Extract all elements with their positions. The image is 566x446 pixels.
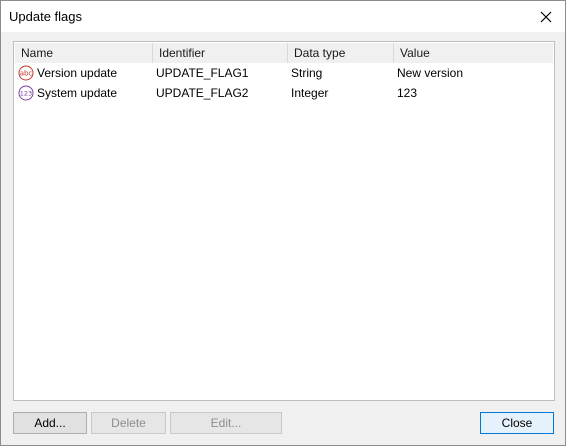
table-row[interactable]: abc Version update UPDATE_FLAG1 String N… — [15, 63, 553, 83]
identifier-cell: UPDATE_FLAG2 — [156, 86, 249, 100]
add-button[interactable]: Add... — [13, 412, 87, 434]
data-type-cell: String — [291, 66, 323, 80]
list-header: Name Identifier Data type Value — [15, 43, 553, 63]
row-name: Version update — [37, 66, 118, 80]
column-header-identifier[interactable]: Identifier — [153, 43, 288, 63]
update-flags-dialog: Update flags Name Identifier Data type V… — [0, 0, 566, 446]
value-cell: 123 — [397, 86, 418, 100]
edit-button[interactable]: Edit... — [170, 412, 282, 434]
flags-list[interactable]: Name Identifier Data type Value abc Vers… — [13, 41, 555, 401]
column-header-name[interactable]: Name — [15, 43, 153, 63]
svg-text:abc: abc — [20, 70, 33, 78]
list-rows: abc Version update UPDATE_FLAG1 String N… — [15, 63, 553, 103]
string-type-icon: abc — [18, 65, 34, 81]
data-type-cell: Integer — [291, 86, 329, 100]
row-name: System update — [37, 86, 118, 100]
dialog-title: Update flags — [9, 9, 82, 24]
name-cell: abc Version update — [15, 63, 153, 83]
identifier-cell: UPDATE_FLAG1 — [156, 66, 249, 80]
title-bar: Update flags — [1, 1, 565, 32]
integer-type-icon: 123 — [18, 85, 34, 101]
delete-button[interactable]: Delete — [91, 412, 166, 434]
table-row[interactable]: 123 System update UPDATE_FLAG2 Integer 1… — [15, 83, 553, 103]
value-cell: New version — [397, 66, 464, 80]
column-header-data-type[interactable]: Data type — [288, 43, 394, 63]
close-button[interactable]: Close — [480, 412, 554, 434]
svg-text:123: 123 — [20, 90, 32, 98]
name-cell: 123 System update — [15, 83, 153, 103]
column-header-value[interactable]: Value — [394, 43, 553, 63]
close-icon[interactable] — [533, 5, 559, 29]
